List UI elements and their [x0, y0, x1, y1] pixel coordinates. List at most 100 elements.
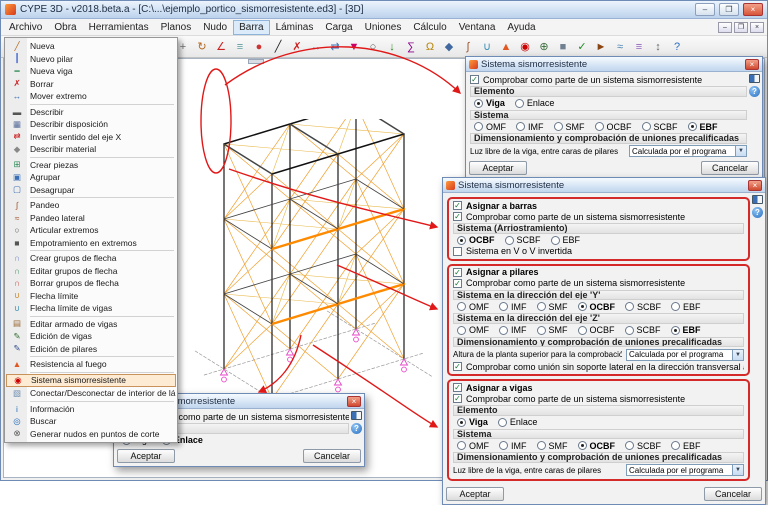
- menu-item-crear-grupos-de-flecha[interactable]: ∩Crear grupos de flecha: [6, 252, 176, 265]
- checkbox-comprobar-como-parte-de-un-siste[interactable]: ✓: [453, 212, 462, 221]
- menu-item-edición-de-vigas[interactable]: ✎Edición de vigas: [6, 330, 176, 343]
- plates-icon[interactable]: ■: [554, 38, 572, 56]
- aceptar-button[interactable]: Aceptar: [446, 487, 504, 501]
- close-icon[interactable]: ×: [347, 396, 361, 407]
- close-icon[interactable]: ×: [748, 180, 762, 191]
- menu-item-resistencia-al-fuego[interactable]: ▲Resistencia al fuego: [6, 358, 176, 371]
- checkbox-comprobar-como-parte-de-un-siste[interactable]: ✓: [453, 394, 462, 403]
- calculate-icon[interactable]: ✓: [573, 38, 591, 56]
- radio-scbf[interactable]: SCBF: [625, 325, 661, 335]
- radio-viga[interactable]: Viga: [474, 98, 505, 108]
- deflection-limit-icon[interactable]: ∪: [478, 38, 496, 56]
- menubar-item-obra[interactable]: Obra: [48, 20, 82, 35]
- radio-ebf[interactable]: EBF: [671, 441, 701, 451]
- aceptar-button[interactable]: Aceptar: [469, 161, 527, 175]
- dropdown-luz-libre-de-la-viga-ent[interactable]: Calculada por el programa▼: [629, 145, 747, 157]
- dropdown-altura-de-la-planta-supe[interactable]: Calculada por el programa▼: [626, 349, 744, 361]
- menu-item-empotramiento-en-extremos[interactable]: ■Empotramiento en extremos: [6, 237, 176, 250]
- radio-ocbf[interactable]: OCBF: [595, 122, 632, 132]
- radio-smf[interactable]: SMF: [537, 441, 568, 451]
- envelopes-icon[interactable]: ≈: [611, 38, 629, 56]
- menu-item-describir[interactable]: ▬Describir: [6, 106, 176, 119]
- mirror-icon[interactable]: ⇄: [326, 38, 344, 56]
- menu-item-mover-extremo[interactable]: ↔Mover extremo: [6, 90, 176, 103]
- manual-icon[interactable]: [351, 411, 362, 420]
- aceptar-button[interactable]: Aceptar: [117, 449, 175, 463]
- menubar-item-barra[interactable]: Barra: [233, 20, 269, 35]
- measure-icon[interactable]: ↕: [649, 38, 667, 56]
- menubar-item-uniones[interactable]: Uniones: [359, 20, 408, 35]
- help-icon[interactable]: ?: [749, 86, 760, 97]
- menu-item-flecha-límite[interactable]: ∪Flecha límite: [6, 290, 176, 303]
- radio-ocbf[interactable]: OCBF: [578, 325, 615, 335]
- menu-item-editar-grupos-de-flecha[interactable]: ∩Editar grupos de flecha: [6, 265, 176, 278]
- fire-resistance-icon[interactable]: ▲: [497, 38, 515, 56]
- section-profile-icon[interactable]: ◆: [440, 38, 458, 56]
- close-icon[interactable]: ×: [745, 59, 759, 70]
- radio-ebf[interactable]: EBF: [671, 325, 701, 335]
- dialog-title-bar[interactable]: Sistema sismorresistente ×: [466, 57, 762, 72]
- checkbox-comprobar-como-unión-sin-soporte[interactable]: ✓: [453, 362, 462, 371]
- chevron-down-icon[interactable]: ▼: [735, 146, 746, 156]
- chevron-down-icon[interactable]: ▼: [732, 465, 743, 475]
- radio-scbf[interactable]: SCBF: [642, 122, 678, 132]
- radio-omf[interactable]: OMF: [474, 122, 506, 132]
- help-icon[interactable]: ?: [351, 423, 362, 434]
- radio-enlace[interactable]: Enlace: [515, 98, 555, 108]
- load-cases-icon[interactable]: ∑: [402, 38, 420, 56]
- radio-omf[interactable]: OMF: [457, 325, 489, 335]
- menubar-item-archivo[interactable]: Archivo: [3, 20, 48, 35]
- radio-ebf[interactable]: EBF: [671, 302, 701, 312]
- radio-scbf[interactable]: SCBF: [625, 441, 661, 451]
- menu-item-borrar[interactable]: ✗Borrar: [6, 78, 176, 91]
- cancelar-button[interactable]: Cancelar: [303, 449, 361, 463]
- menubar-item-nudo[interactable]: Nudo: [197, 20, 233, 35]
- radio-ocbf[interactable]: OCBF: [578, 302, 616, 312]
- grid-icon[interactable]: ≡: [231, 38, 249, 56]
- pane-splitter-handle[interactable]: [248, 59, 264, 64]
- checkbox-comprobar-como-parte-de-un-siste[interactable]: ✓: [470, 75, 479, 84]
- radio-smf[interactable]: SMF: [554, 122, 585, 132]
- seismic-system-icon[interactable]: ◉: [516, 38, 534, 56]
- help-icon[interactable]: ?: [752, 207, 763, 218]
- manual-icon[interactable]: [752, 195, 763, 204]
- mdi-restore-button[interactable]: ❐: [734, 22, 748, 33]
- dropdown-luz-libre-de-la-viga-ent[interactable]: Calculada por el programa▼: [626, 464, 744, 476]
- cancelar-button[interactable]: Cancelar: [704, 487, 762, 501]
- radio-omf[interactable]: OMF: [457, 302, 489, 312]
- radio-scbf[interactable]: SCBF: [625, 302, 661, 312]
- new-node-icon[interactable]: ●: [250, 38, 268, 56]
- radio-viga[interactable]: Viga: [457, 417, 488, 427]
- radio-smf[interactable]: SMF: [537, 325, 568, 335]
- delete-element-icon[interactable]: ✗: [288, 38, 306, 56]
- menu-item-generar-nudos-en-puntos-de-corte[interactable]: ⊗Generar nudos en puntos de corte: [6, 428, 176, 441]
- menu-item-información[interactable]: iInformación: [6, 403, 176, 416]
- menubar-item-ayuda[interactable]: Ayuda: [501, 20, 541, 35]
- menu-item-nueva-viga[interactable]: ━Nueva viga: [6, 65, 176, 78]
- menubar-item-láminas[interactable]: Láminas: [270, 20, 320, 35]
- menu-item-invertir-sentido-del-eje-x[interactable]: ⇄Invertir sentido del eje X: [6, 131, 176, 144]
- rotate-view-icon[interactable]: ↻: [193, 38, 211, 56]
- point-load-icon[interactable]: ↓: [383, 38, 401, 56]
- layers-icon[interactable]: ≡: [630, 38, 648, 56]
- close-button[interactable]: ×: [743, 3, 763, 16]
- menu-item-editar-armado-de-vigas[interactable]: ▤Editar armado de vigas: [6, 318, 176, 331]
- checkbox-asignar-a-barras[interactable]: ✓: [453, 201, 462, 210]
- menu-item-nuevo-pilar[interactable]: ┃Nuevo pilar: [6, 53, 176, 66]
- radio-imf[interactable]: IMF: [499, 325, 527, 335]
- menu-item-pandeo-lateral[interactable]: ≈Pandeo lateral: [6, 212, 176, 225]
- hinge-icon[interactable]: ○: [364, 38, 382, 56]
- menu-item-desagrupar[interactable]: ▢Desagrupar: [6, 184, 176, 197]
- cancelar-button[interactable]: Cancelar: [701, 161, 759, 175]
- chevron-down-icon[interactable]: ▼: [732, 350, 743, 360]
- radio-imf[interactable]: IMF: [499, 302, 527, 312]
- menu-item-flecha-límite-de-vigas[interactable]: ∪Flecha límite de vigas: [6, 302, 176, 315]
- radio-imf[interactable]: IMF: [516, 122, 544, 132]
- mdi-minimize-button[interactable]: –: [718, 22, 732, 33]
- minimize-button[interactable]: –: [695, 3, 715, 16]
- checkbox-asignar-a-vigas[interactable]: ✓: [453, 383, 462, 392]
- checkbox-asignar-a-pilares[interactable]: ✓: [453, 268, 462, 277]
- radio-imf[interactable]: IMF: [499, 441, 527, 451]
- radio-scbf[interactable]: SCBF: [505, 235, 541, 245]
- manual-icon[interactable]: [749, 74, 760, 83]
